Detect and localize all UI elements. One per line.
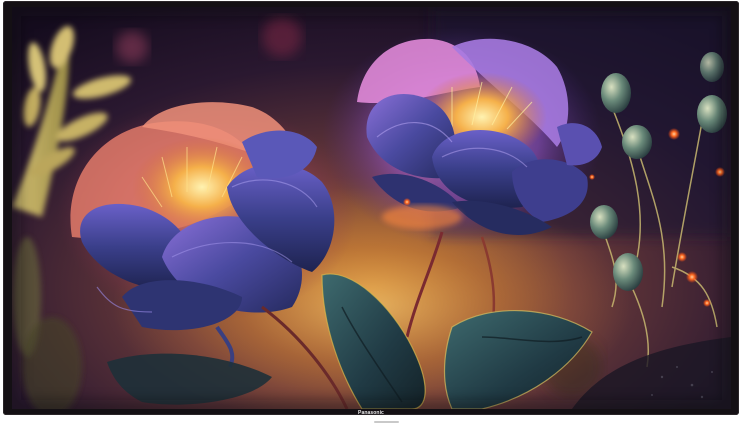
television: Panasonic [0, 0, 742, 429]
brand-logo: Panasonic [358, 410, 384, 416]
tv-screen [12, 7, 731, 409]
flower-artwork [12, 7, 731, 409]
tv-stand-indicator [374, 421, 399, 423]
